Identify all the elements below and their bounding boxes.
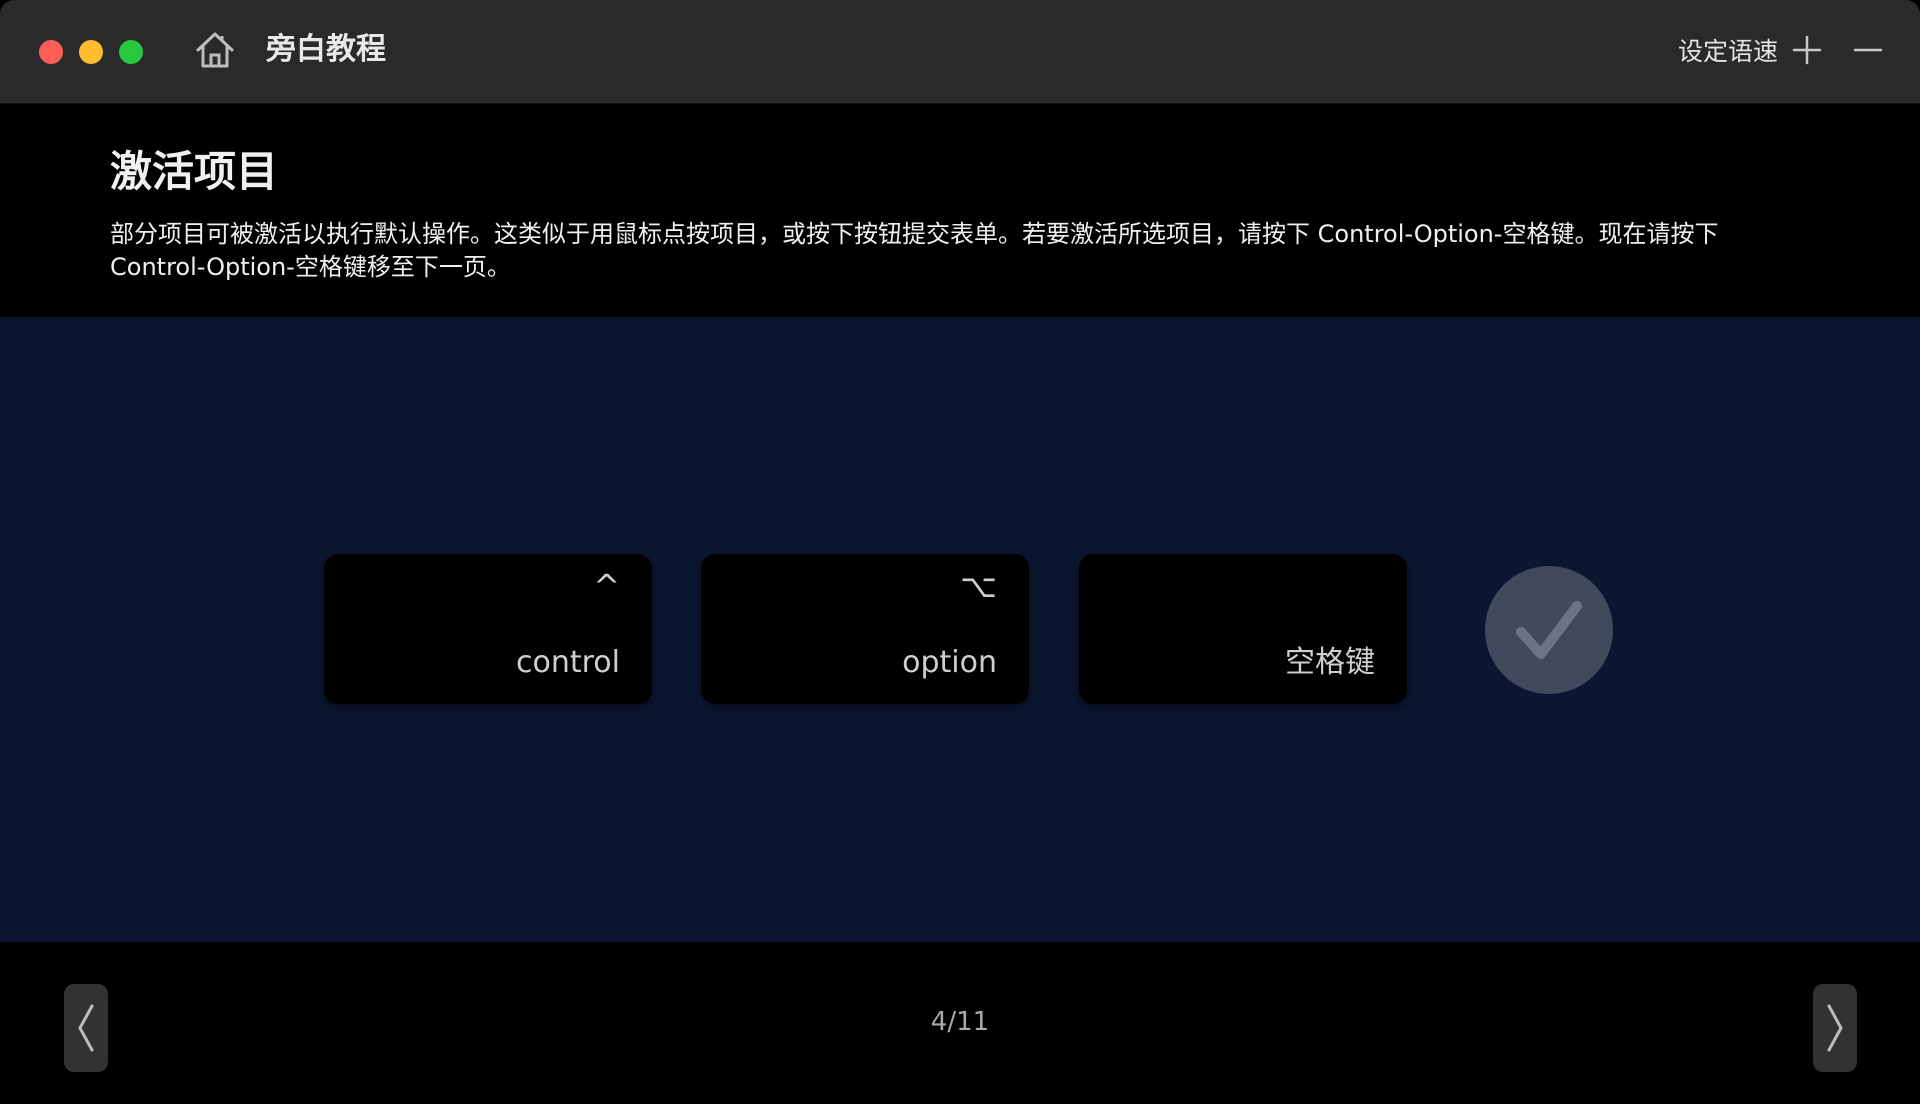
lesson-description: 部分项目可被激活以执行默认操作。这类似于用鼠标点按项目，或按下按钮提交表单。若要… xyxy=(110,220,1719,281)
speech-rate-label: 设定语速 xyxy=(1677,37,1778,66)
control-symbol-icon: ^ xyxy=(593,567,620,605)
checkmark-badge xyxy=(1485,566,1613,694)
app-title: 旁白教程 xyxy=(266,32,386,67)
title-bar: 旁白教程 设定语速 xyxy=(0,0,1920,104)
navigation-footer: 4/11 xyxy=(0,942,1920,1104)
zoom-window-button[interactable] xyxy=(119,40,143,64)
option-key: ⌥ option xyxy=(701,554,1029,704)
chevron-right-icon xyxy=(1827,1004,1843,1052)
close-window-button[interactable] xyxy=(39,40,63,64)
control-key: ^ control xyxy=(324,554,652,704)
app-window: 旁白教程 设定语速 激活项目 部分项目可被激活以执行默认操作。这类似于用鼠标点按… xyxy=(0,0,1920,1104)
key-label: control xyxy=(516,645,620,680)
home-icon[interactable] xyxy=(194,30,236,70)
plus-icon[interactable] xyxy=(1791,34,1823,66)
minus-icon[interactable] xyxy=(1852,34,1884,66)
minimize-window-button[interactable] xyxy=(79,40,103,64)
page-title: 激活项目 xyxy=(110,147,279,196)
page-indicator: 4/11 xyxy=(930,1007,990,1037)
next-page-button[interactable] xyxy=(1813,984,1857,1072)
key-illustration-area: ^ control ⌥ option 空格键 xyxy=(0,317,1920,942)
lesson-header: 激活项目 部分项目可被激活以执行默认操作。这类似于用鼠标点按项目，或按下按钮提交… xyxy=(0,104,1920,316)
key-label: option xyxy=(902,645,997,680)
space-key: 空格键 xyxy=(1079,554,1407,704)
checkmark-icon xyxy=(1516,601,1582,659)
key-label: 空格键 xyxy=(1285,645,1375,680)
option-symbol-icon: ⌥ xyxy=(960,567,997,605)
